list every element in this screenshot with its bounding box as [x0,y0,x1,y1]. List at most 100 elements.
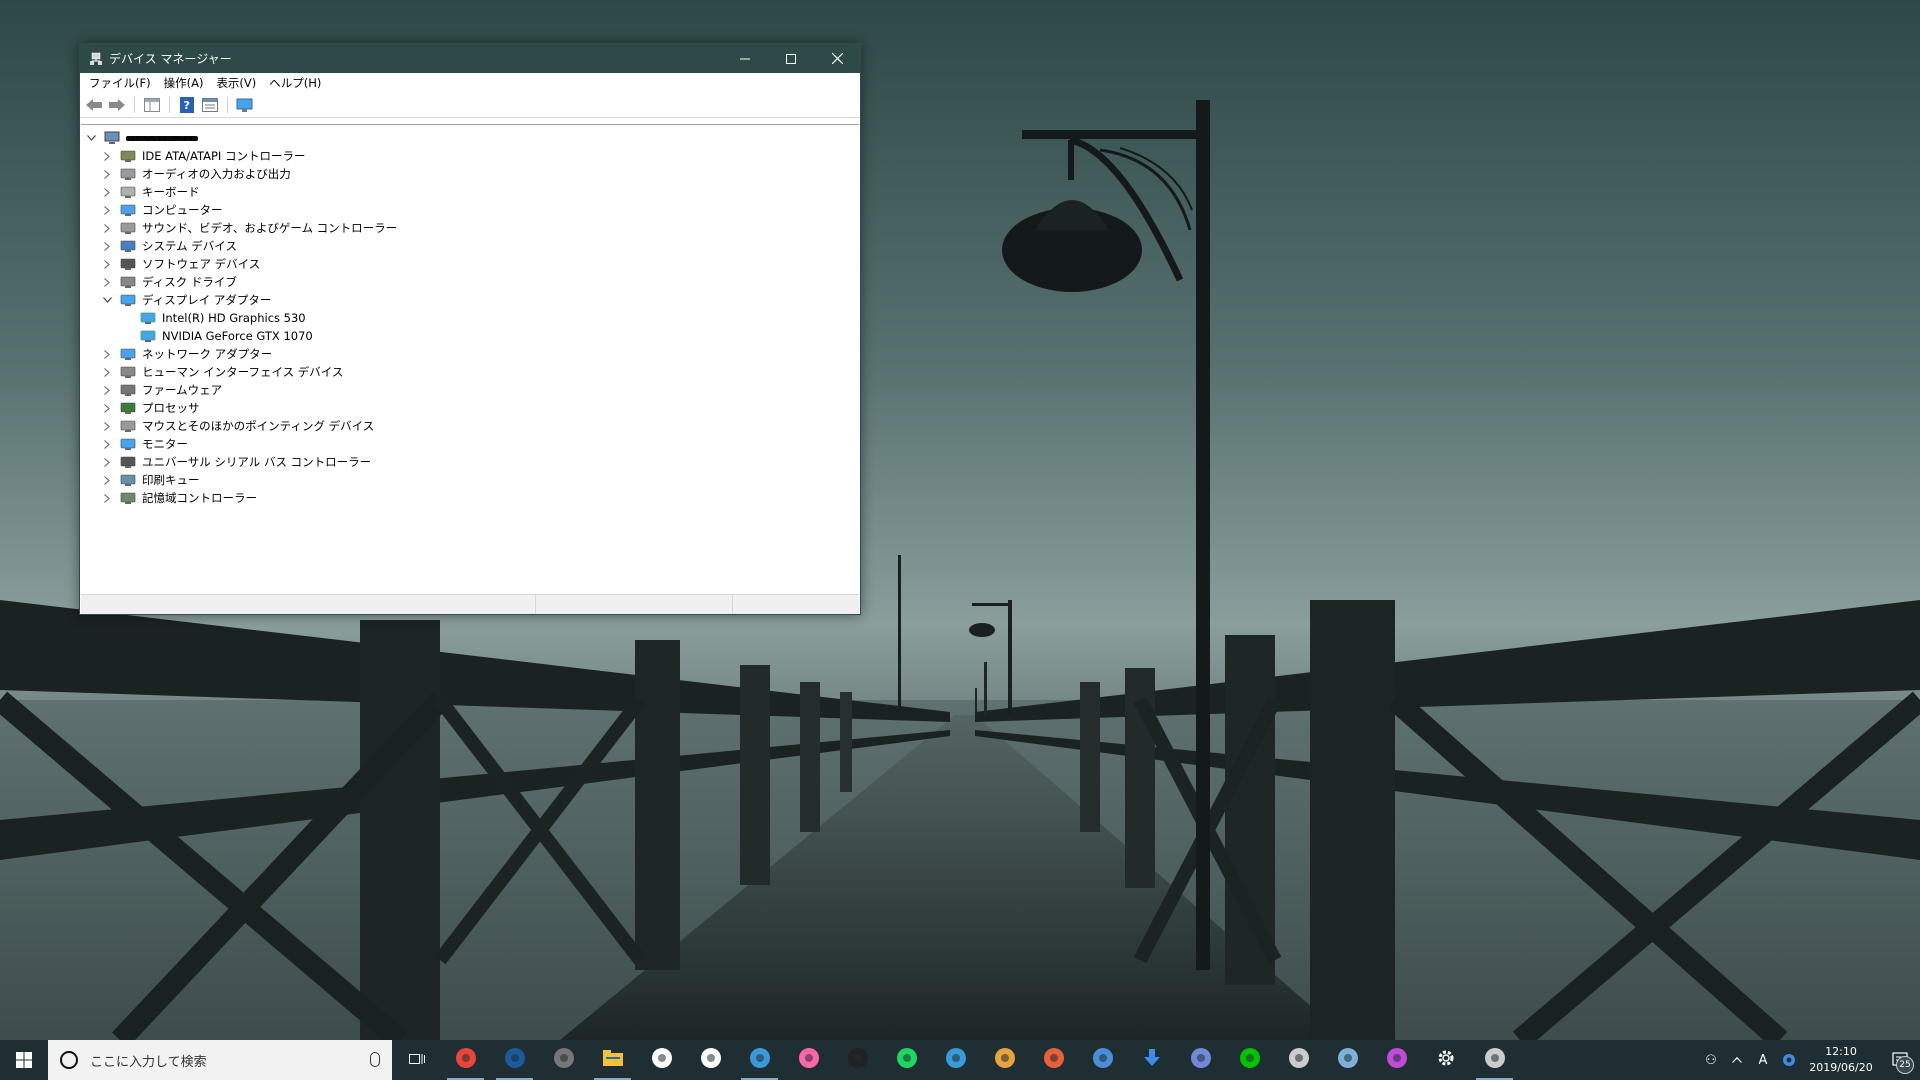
tree-device[interactable]: Intel(R) HD Graphics 530 [140,309,306,327]
tree-category-label: システム デバイス [142,239,237,253]
usb-icon [120,455,136,469]
tree-category[interactable]: 印刷キュー [101,471,200,489]
tree-category[interactable]: IDE ATA/ATAPI コントローラー [101,147,305,165]
chevron-down-icon[interactable] [101,294,113,306]
chevron-right-icon[interactable] [101,420,113,432]
tree-category[interactable]: モニター [101,435,188,453]
chevron-right-icon[interactable] [101,258,113,270]
scan-hardware-icon[interactable] [235,96,255,114]
chevron-right-icon[interactable] [101,222,113,234]
taskbar-app-chrome[interactable] [441,1040,490,1080]
tree-category[interactable]: システム デバイス [101,237,237,255]
device-tree: DESKTOP-PC IDE ATA/ATAPI コントローラーオーディオの入力… [81,124,859,595]
network-icon[interactable] [1776,1040,1802,1080]
ime-indicator[interactable]: A [1750,1040,1776,1080]
taskbar-app-device-manager[interactable] [1470,1040,1519,1080]
tree-category[interactable]: マウスとそのほかのポインティング デバイス [101,417,374,435]
taskbar-app-app-blue-window[interactable] [735,1040,784,1080]
print-queue-icon [120,473,136,487]
taskbar-app-line[interactable] [1225,1040,1274,1080]
tree-category[interactable]: ディスク ドライブ [101,273,237,291]
tree-category[interactable]: ネットワーク アダプター [101,345,272,363]
app-blue-window-icon [749,1047,771,1073]
properties-icon[interactable] [200,96,220,114]
chevron-right-icon[interactable] [101,492,113,504]
forward-arrow-icon[interactable] [107,96,127,114]
software-device-icon [120,257,136,271]
taskbar-app-task-view[interactable] [392,1040,441,1080]
taskbar-app-app-grid[interactable] [637,1040,686,1080]
minimize-button[interactable] [722,44,768,73]
storage-controller-icon [120,491,136,505]
title-bar[interactable]: デバイス マネージャー [80,44,860,73]
taskbar-app-app-paint[interactable] [1323,1040,1372,1080]
search-box[interactable]: ここに入力して検索 [48,1040,392,1080]
taskbar-app-osu[interactable] [784,1040,833,1080]
taskbar-app-app-orange[interactable] [980,1040,1029,1080]
tree-category[interactable]: コンピューター [101,201,223,219]
people-icon[interactable]: ⚇ [1698,1040,1724,1080]
menu-view[interactable]: 表示(V) [211,73,264,93]
toolbar-separator [227,97,228,113]
chevron-right-icon[interactable] [101,276,113,288]
chevron-right-icon[interactable] [101,348,113,360]
taskbar-app-steam[interactable] [490,1040,539,1080]
svg-text:?: ? [184,99,190,112]
tree-category[interactable]: プロセッサ [101,399,200,417]
tree-category[interactable]: ディスプレイ アダプター [101,291,271,309]
tree-root[interactable]: DESKTOP-PC [85,129,198,147]
chevron-right-icon[interactable] [101,168,113,180]
menu-help[interactable]: ヘルプ(H) [264,73,329,93]
taskbar-app-settings[interactable] [1421,1040,1470,1080]
tree-category[interactable]: ヒューマン インターフェイス デバイス [101,363,343,381]
menu-action[interactable]: 操作(A) [159,73,212,93]
tree-category[interactable]: キーボード [101,183,200,201]
tree-category-label: ヒューマン インターフェイス デバイス [142,365,344,379]
taskbar-app-app-bars[interactable] [1372,1040,1421,1080]
taskbar-app-app-red[interactable] [1029,1040,1078,1080]
tree-category[interactable]: サウンド、ビデオ、およびゲーム コントローラー [101,219,397,237]
tree-category[interactable]: ファームウェア [101,381,222,399]
taskbar-app-app-headset[interactable] [1078,1040,1127,1080]
taskbar-app-spotify[interactable] [882,1040,931,1080]
chevron-up-icon[interactable] [1724,1040,1750,1080]
help-icon[interactable]: ? [177,96,197,114]
taskbar-app-terminal[interactable] [833,1040,882,1080]
taskbar-app-discord[interactable] [1176,1040,1225,1080]
system-tray: ⚇ A 12:10 2019/06/20 25 [1698,1040,1920,1080]
chevron-right-icon[interactable] [101,150,113,162]
device-manager-window: デバイス マネージャー ファイル(F) 操作(A) 表示(V) ヘルプ(H) ?… [79,43,861,615]
chevron-right-icon[interactable] [101,474,113,486]
tree-device[interactable]: NVIDIA GeForce GTX 1070 [140,327,313,345]
start-button[interactable] [0,1040,48,1080]
tree-category[interactable]: 記憶域コントローラー [101,489,257,507]
show-hide-tree-icon[interactable] [142,96,162,114]
chevron-right-icon[interactable] [101,456,113,468]
clock[interactable]: 12:10 2019/06/20 [1802,1044,1880,1076]
chevron-right-icon[interactable] [101,204,113,216]
chevron-right-icon[interactable] [101,366,113,378]
chevron-right-icon[interactable] [101,186,113,198]
menu-file[interactable]: ファイル(F) [84,73,159,93]
taskbar-app-download[interactable] [1127,1040,1176,1080]
chevron-right-icon[interactable] [101,240,113,252]
close-button[interactable] [814,44,860,73]
chevron-down-icon[interactable] [85,132,97,144]
notification-button[interactable]: 25 [1880,1040,1920,1080]
tree-category[interactable]: オーディオの入力および出力 [101,165,291,183]
taskbar-app-itunes[interactable] [686,1040,735,1080]
chevron-right-icon[interactable] [101,402,113,414]
tree-category-label: サウンド、ビデオ、およびゲーム コントローラー [142,221,398,235]
back-arrow-icon[interactable] [84,96,104,114]
app-headset-icon [1092,1047,1114,1073]
chevron-right-icon[interactable] [101,384,113,396]
taskbar-app-app-headphones[interactable] [1274,1040,1323,1080]
microphone-icon[interactable] [370,1052,380,1067]
taskbar-app-app-dark[interactable] [539,1040,588,1080]
maximize-button[interactable] [768,44,814,73]
taskbar-app-file-explorer[interactable] [588,1040,637,1080]
tree-category[interactable]: ユニバーサル シリアル バス コントローラー [101,453,371,471]
taskbar-app-app-frame[interactable] [931,1040,980,1080]
tree-category[interactable]: ソフトウェア デバイス [101,255,260,273]
chevron-right-icon[interactable] [101,438,113,450]
